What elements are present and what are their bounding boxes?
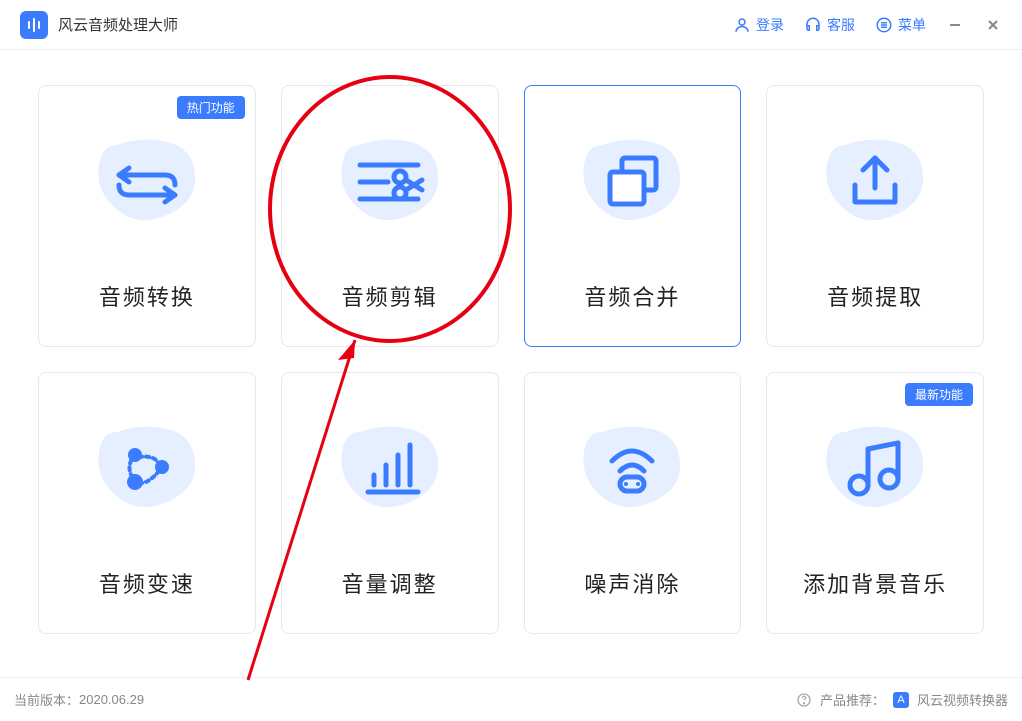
card-label: 音量调整 xyxy=(342,567,438,599)
card-noise-remove[interactable]: 噪声消除 xyxy=(524,372,742,634)
card-volume-adjust[interactable]: 音量调整 xyxy=(281,372,499,634)
service-label: 客服 xyxy=(827,15,855,35)
merge-icon xyxy=(572,120,692,240)
card-label: 音频转换 xyxy=(99,280,195,312)
app-logo-icon xyxy=(20,11,48,39)
menu-label: 菜单 xyxy=(898,15,926,35)
extract-icon xyxy=(815,120,935,240)
help-icon[interactable] xyxy=(796,692,812,708)
card-add-bgm[interactable]: 最新功能 添加背景音乐 xyxy=(766,372,984,634)
card-label: 噪声消除 xyxy=(584,567,680,599)
convert-icon xyxy=(87,120,207,240)
speed-icon xyxy=(87,407,207,527)
menu-button[interactable]: 菜单 xyxy=(875,15,926,35)
minimize-button[interactable] xyxy=(946,16,964,34)
version-label: 当前版本： xyxy=(14,690,79,709)
footer-right: 产品推荐： A 风云视频转换器 xyxy=(796,690,1008,709)
card-label: 音频变速 xyxy=(99,567,195,599)
music-icon xyxy=(815,407,935,527)
badge-new: 最新功能 xyxy=(905,383,973,406)
noise-icon xyxy=(572,407,692,527)
login-label: 登录 xyxy=(756,15,784,35)
headset-icon xyxy=(804,16,822,34)
version-value: 2020.06.29 xyxy=(79,692,144,707)
close-button[interactable] xyxy=(984,16,1002,34)
card-audio-convert[interactable]: 热门功能 音频转换 xyxy=(38,85,256,347)
login-button[interactable]: 登录 xyxy=(733,15,784,35)
cut-icon xyxy=(330,120,450,240)
card-label: 音频剪辑 xyxy=(342,280,438,312)
promo-product[interactable]: 风云视频转换器 xyxy=(917,690,1008,709)
card-label: 添加背景音乐 xyxy=(803,567,947,599)
footer: 当前版本： 2020.06.29 产品推荐： A 风云视频转换器 xyxy=(0,677,1022,721)
card-label: 音频合并 xyxy=(584,280,680,312)
card-audio-cut[interactable]: 音频剪辑 xyxy=(281,85,499,347)
menu-icon xyxy=(875,16,893,34)
minimize-icon xyxy=(948,18,962,32)
main-grid: 热门功能 音频转换 xyxy=(0,50,1022,669)
user-icon xyxy=(733,16,751,34)
titlebar-right: 登录 客服 菜单 xyxy=(733,15,1002,35)
card-label: 音频提取 xyxy=(827,280,923,312)
card-audio-extract[interactable]: 音频提取 xyxy=(766,85,984,347)
badge-hot: 热门功能 xyxy=(177,96,245,119)
promo-logo-icon: A xyxy=(893,692,909,708)
app-title: 风云音频处理大师 xyxy=(58,14,178,35)
card-audio-merge[interactable]: 音频合并 xyxy=(524,85,742,347)
close-icon xyxy=(986,18,1000,32)
titlebar: 风云音频处理大师 登录 客服 菜单 xyxy=(0,0,1022,50)
promo-label: 产品推荐： xyxy=(820,690,885,709)
service-button[interactable]: 客服 xyxy=(804,15,855,35)
card-audio-speed[interactable]: 音频变速 xyxy=(38,372,256,634)
volume-icon xyxy=(330,407,450,527)
